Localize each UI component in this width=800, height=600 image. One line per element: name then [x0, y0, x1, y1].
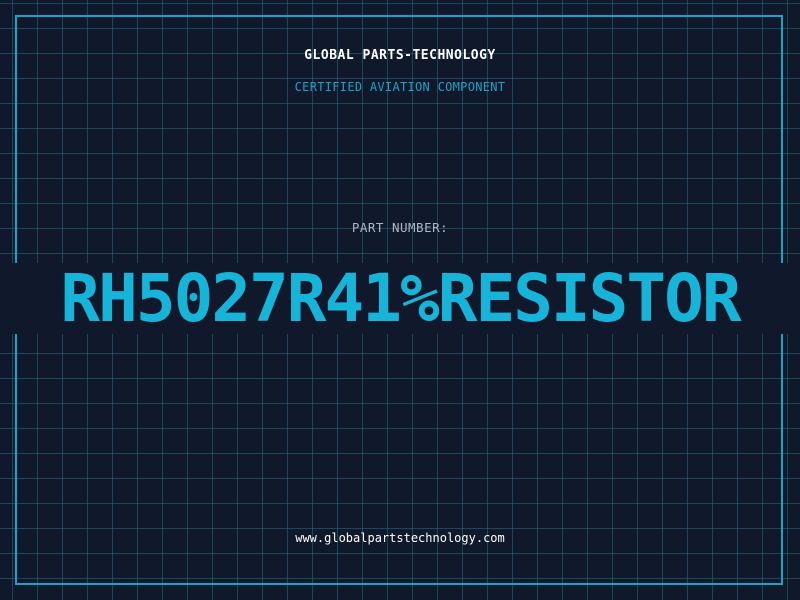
part-number-value: RH5027R41%RESISTOR — [60, 263, 741, 334]
company-name: GLOBAL PARTS-TECHNOLOGY — [304, 48, 496, 63]
certification-tagline: CERTIFIED AVIATION COMPONENT — [294, 80, 506, 94]
part-number-label: PART NUMBER: — [351, 220, 449, 235]
website-url[interactable]: www.globalpartstechnology.com — [0, 531, 800, 545]
